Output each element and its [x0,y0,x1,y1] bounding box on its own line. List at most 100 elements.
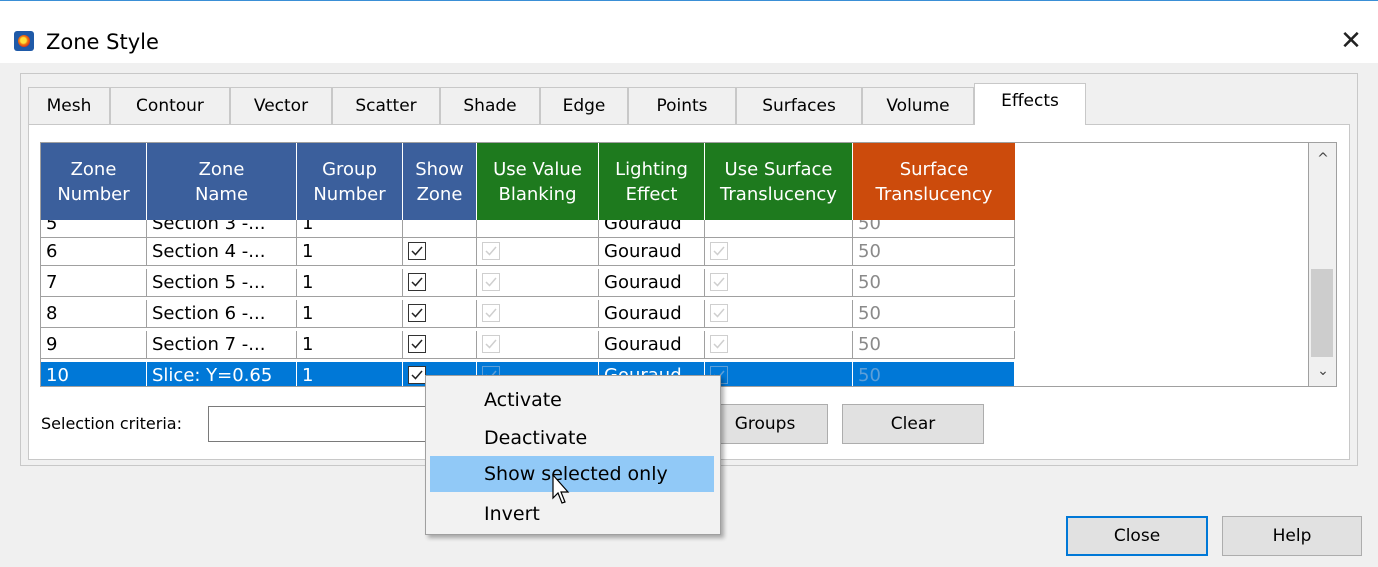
surface-translucency-cell[interactable]: 50 [853,362,1015,386]
mouse-pointer-icon [552,474,570,504]
tab-surfaces[interactable]: Surfaces [736,87,862,124]
header-show-zone[interactable]: Show Zone [403,143,477,220]
scroll-up-icon[interactable]: ^ [1309,147,1337,171]
table-row[interactable]: 6 Section 4 -... 1 Gouraud 50 [41,238,1015,266]
show-zone-checkbox[interactable] [408,304,426,322]
checkmark-icon [713,308,725,318]
tab-edge[interactable]: Edge [540,87,628,124]
surface-translucency-cell[interactable]: 50 [853,269,1015,297]
group-number-cell[interactable]: 1 [297,362,403,386]
zone-grid[interactable]: Zone Number Zone Name Group Number Show Zone… [40,142,1309,387]
use-value-blanking-checkbox [482,242,500,260]
use-surface-translucency-checkbox-cell[interactable] [705,300,853,328]
zone-name-cell[interactable]: Section 4 -... [147,238,297,266]
header-zone-name[interactable]: Zone Name [147,143,297,220]
checkmark-icon [713,339,725,349]
vertical-scrollbar[interactable]: ^ ⌄ [1309,142,1337,387]
use-value-blanking-checkbox-cell[interactable] [477,300,599,328]
context-menu: Activate Deactivate Show selected only I… [425,375,721,535]
header-lighting-effect[interactable]: Lighting Effect [599,143,705,220]
header-use-surface-translucency[interactable]: Use Surface Translucency [705,143,853,220]
header-surface-translucency[interactable]: Surface Translucency [853,143,1015,220]
group-number-cell[interactable]: 1 [297,300,403,328]
show-zone-checkbox-cell[interactable] [403,238,477,266]
tab-scatter[interactable]: Scatter [332,87,440,124]
menu-item-show-selected-only[interactable]: Show selected only [430,456,714,492]
show-zone-checkbox[interactable] [408,273,426,291]
checkmark-icon [411,370,423,380]
lighting-effect-cell[interactable]: Gouraud [599,300,705,328]
surface-translucency-cell[interactable]: 50 [853,300,1015,328]
clear-button[interactable]: Clear [842,404,984,444]
tab-mesh[interactable]: Mesh [28,87,110,124]
header-group-number[interactable]: Group Number [297,143,403,220]
show-zone-checkbox[interactable] [408,366,426,384]
use-surface-translucency-checkbox [710,273,728,291]
window-title: Zone Style [46,30,159,54]
surface-translucency-cell[interactable]: 50 [853,331,1015,359]
scroll-down-icon[interactable]: ⌄ [1309,359,1337,383]
lighting-effect-cell[interactable]: Gouraud [599,238,705,266]
table-row[interactable]: 7 Section 5 -... 1 Gouraud 50 [41,269,1015,297]
menu-item-activate[interactable]: Activate [430,382,714,418]
group-number-cell[interactable]: 1 [297,238,403,266]
use-surface-translucency-checkbox-cell[interactable] [705,331,853,359]
zone-number-cell[interactable]: 8 [41,300,147,328]
use-surface-translucency-checkbox [710,335,728,353]
use-surface-translucency-checkbox-cell[interactable] [705,269,853,297]
zone-name-cell[interactable]: Slice: Y=0.65 [147,362,297,386]
zone-number-cell[interactable]: 7 [41,269,147,297]
tab-shade[interactable]: Shade [440,87,540,124]
menu-item-invert[interactable]: Invert [430,496,714,532]
show-zone-checkbox[interactable] [408,242,426,260]
use-value-blanking-checkbox [482,304,500,322]
tab-volume[interactable]: Volume [862,87,974,124]
header-zone-number[interactable]: Zone Number [41,143,147,220]
show-zone-checkbox-cell[interactable] [403,331,477,359]
use-value-blanking-checkbox-cell[interactable] [477,331,599,359]
checkmark-icon [485,339,497,349]
zone-name-cell[interactable]: Section 7 -... [147,331,297,359]
group-number-cell[interactable]: 1 [297,269,403,297]
show-zone-checkbox-cell[interactable] [403,269,477,297]
table-row[interactable]: 9 Section 7 -... 1 Gouraud 50 [41,331,1015,359]
zone-name-cell[interactable]: Section 6 -... [147,300,297,328]
zone-number-cell[interactable]: 9 [41,331,147,359]
table-row[interactable]: 8 Section 6 -... 1 Gouraud 50 [41,300,1015,328]
show-zone-checkbox[interactable] [408,335,426,353]
use-surface-translucency-checkbox [710,242,728,260]
zone-name-cell[interactable]: Section 5 -... [147,269,297,297]
tab-vector[interactable]: Vector [230,87,332,124]
zone-number-cell[interactable]: 6 [41,238,147,266]
checkmark-icon [485,277,497,287]
tab-effects[interactable]: Effects [974,83,1086,125]
lighting-effect-cell[interactable]: Gouraud [599,269,705,297]
use-surface-translucency-checkbox [710,304,728,322]
scroll-thumb[interactable] [1311,269,1333,357]
use-value-blanking-checkbox-cell[interactable] [477,238,599,266]
title-bar: Zone Style ✕ [0,1,1378,63]
checkmark-icon [411,339,423,349]
use-surface-translucency-checkbox-cell[interactable] [705,362,853,386]
use-value-blanking-checkbox-cell[interactable] [477,269,599,297]
use-value-blanking-checkbox [482,273,500,291]
header-use-value-blanking[interactable]: Use Value Blanking [477,143,599,220]
checkmark-icon [713,246,725,256]
checkmark-icon [411,308,423,318]
zone-number-cell[interactable]: 10 [41,362,147,386]
tab-contour[interactable]: Contour [110,87,230,124]
checkmark-icon [411,277,423,287]
group-number-cell[interactable]: 1 [297,331,403,359]
surface-translucency-cell[interactable]: 50 [853,238,1015,266]
lighting-effect-cell[interactable]: Gouraud [599,331,705,359]
close-window-icon[interactable]: ✕ [1333,25,1369,57]
show-zone-checkbox-cell[interactable] [403,300,477,328]
use-surface-translucency-checkbox-cell[interactable] [705,238,853,266]
checkmark-icon [485,246,497,256]
selection-criteria-label: Selection criteria: [41,414,182,433]
help-button[interactable]: Help [1222,516,1362,556]
tab-points[interactable]: Points [628,87,736,124]
menu-item-deactivate[interactable]: Deactivate [430,420,714,456]
selection-criteria-input[interactable] [208,406,448,442]
close-button[interactable]: Close [1066,516,1208,556]
